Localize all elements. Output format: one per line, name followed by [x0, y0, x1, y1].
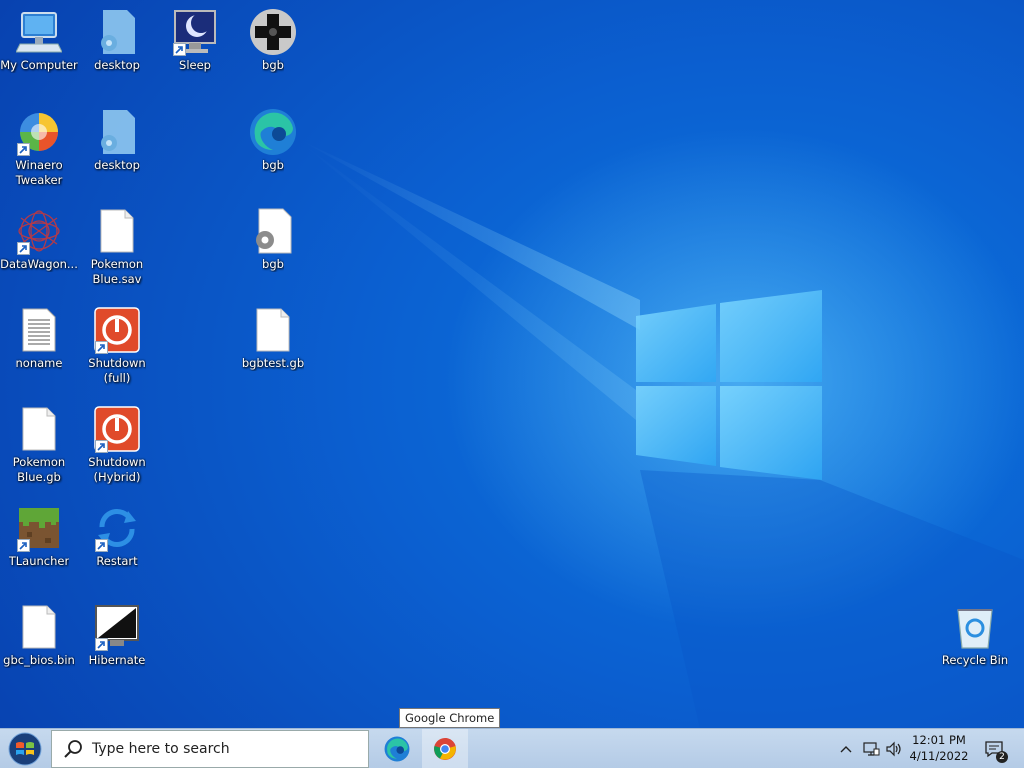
desktop-icon-shutdown-full[interactable]: Shutdown (full): [78, 306, 156, 386]
icon-label: bgb: [262, 257, 284, 271]
edge-icon: [384, 736, 410, 762]
taskbar-chrome-button[interactable]: [422, 729, 468, 769]
desktop-icon-bgb-gamepad[interactable]: bgb: [234, 8, 312, 73]
shortcut-arrow-icon: [17, 539, 30, 552]
desktop-icon-recycle-bin[interactable]: Recycle Bin: [936, 603, 1014, 668]
minecraft-block-icon: [15, 504, 63, 552]
desktop[interactable]: My Computer Winaero Tweaker DataWagon...…: [0, 0, 1024, 728]
speaker-icon: [886, 741, 901, 757]
icon-label: My Computer: [0, 58, 78, 72]
icon-label: Pokemon Blue.gb: [12, 455, 66, 484]
shortcut-arrow-icon: [17, 242, 30, 255]
shortcut-arrow-icon: [17, 143, 30, 156]
start-button[interactable]: [3, 731, 47, 767]
icon-label: Shutdown (full): [88, 356, 146, 385]
shortcut-arrow-icon: [95, 440, 108, 453]
icon-label: Sleep: [179, 58, 211, 72]
desktop-icon-shutdown-hybrid[interactable]: Shutdown (Hybrid): [78, 405, 156, 485]
chrome-tooltip: Google Chrome: [399, 708, 501, 728]
icon-label: desktop: [94, 58, 140, 72]
recycle-bin-icon: [951, 603, 999, 651]
icon-label: bgb: [262, 58, 284, 72]
desktop-icon-noname[interactable]: noname: [0, 306, 78, 371]
desktop-icon-bgb-edge[interactable]: bgb: [234, 108, 312, 173]
windows-orb-icon: [8, 732, 42, 766]
settings-file-icon: [93, 8, 141, 56]
desktop-icon-hibernate[interactable]: Hibernate: [78, 603, 156, 668]
power-icon: [93, 405, 141, 453]
icon-label: Hibernate: [88, 653, 146, 667]
restart-icon: [93, 504, 141, 552]
icon-label: Shutdown (Hybrid): [88, 455, 146, 484]
chevron-up-icon: [840, 746, 852, 753]
shortcut-arrow-icon: [95, 638, 108, 651]
blank-file-icon: [15, 405, 63, 453]
search-placeholder: Type here to search: [92, 741, 230, 757]
taskbar[interactable]: Type here to search 12:01 PM 4/11/2022 2: [0, 728, 1024, 769]
icon-label: gbc_bios.bin: [3, 653, 75, 667]
taskbar-edge-button[interactable]: [374, 729, 420, 769]
settings-file-icon: [93, 108, 141, 156]
edge-icon: [249, 108, 297, 156]
icon-label: DataWagon...: [0, 257, 78, 271]
shortcut-arrow-icon: [95, 341, 108, 354]
network-button[interactable]: [861, 739, 881, 759]
network-icon: [863, 742, 880, 756]
computer-icon: [15, 8, 63, 56]
icon-label: bgbtest.gb: [241, 356, 305, 370]
desktop-icon-bgb-settings[interactable]: bgb: [234, 207, 312, 272]
desktop-icon-bgbtest[interactable]: bgbtest.gb: [234, 306, 312, 371]
desktop-icon-my-computer[interactable]: My Computer: [0, 8, 78, 73]
datawagon-icon: [15, 207, 63, 255]
desktop-icon-tlauncher[interactable]: TLauncher: [0, 504, 78, 569]
clock-time: 12:01 PM: [912, 733, 966, 747]
desktop-icon-desktop-2[interactable]: desktop: [78, 108, 156, 173]
desktop-icon-sleep[interactable]: Sleep: [156, 8, 234, 73]
show-hidden-icons-button[interactable]: [836, 739, 856, 759]
shortcut-arrow-icon: [173, 43, 186, 56]
icon-label: bgb: [262, 158, 284, 172]
desktop-icon-pokemon-blue-sav[interactable]: Pokemon Blue.sav: [78, 207, 156, 287]
shortcut-arrow-icon: [95, 539, 108, 552]
icon-label: Winaero Tweaker: [15, 158, 63, 187]
blank-file-icon: [15, 603, 63, 651]
chrome-icon: [434, 738, 456, 760]
desktop-icon-datawagon[interactable]: DataWagon...: [0, 207, 78, 272]
notification-count-badge: 2: [996, 751, 1008, 763]
desktop-icon-winaero-tweaker[interactable]: Winaero Tweaker: [0, 108, 78, 188]
winaero-tweaker-icon: [15, 108, 63, 156]
desktop-icon-restart[interactable]: Restart: [78, 504, 156, 569]
icon-label: Restart: [96, 554, 138, 568]
settings-file-icon: [249, 207, 297, 255]
icon-label: Recycle Bin: [941, 653, 1009, 667]
clock-date: 4/11/2022: [909, 749, 969, 763]
windows-logo-wallpaper: [636, 290, 822, 480]
blank-file-icon: [93, 207, 141, 255]
icon-label: Pokemon Blue.sav: [90, 257, 144, 286]
search-icon: [64, 740, 82, 758]
clock[interactable]: 12:01 PM 4/11/2022: [908, 732, 970, 764]
desktop-icon-gbc-bios[interactable]: gbc_bios.bin: [0, 603, 78, 668]
hibernate-monitor-icon: [93, 603, 141, 651]
icon-label: desktop: [94, 158, 140, 172]
icon-label: noname: [15, 356, 63, 370]
gamepad-icon: [249, 8, 297, 56]
icon-label: TLauncher: [8, 554, 70, 568]
power-icon: [93, 306, 141, 354]
search-box[interactable]: Type here to search: [51, 730, 369, 768]
blank-file-icon: [249, 306, 297, 354]
desktop-icon-desktop-1[interactable]: desktop: [78, 8, 156, 73]
text-file-icon: [15, 306, 63, 354]
volume-button[interactable]: [884, 739, 904, 759]
desktop-icon-pokemon-blue-gb[interactable]: Pokemon Blue.gb: [0, 405, 78, 485]
action-center-button[interactable]: 2: [982, 739, 1008, 763]
sleep-monitor-icon: [171, 8, 219, 56]
